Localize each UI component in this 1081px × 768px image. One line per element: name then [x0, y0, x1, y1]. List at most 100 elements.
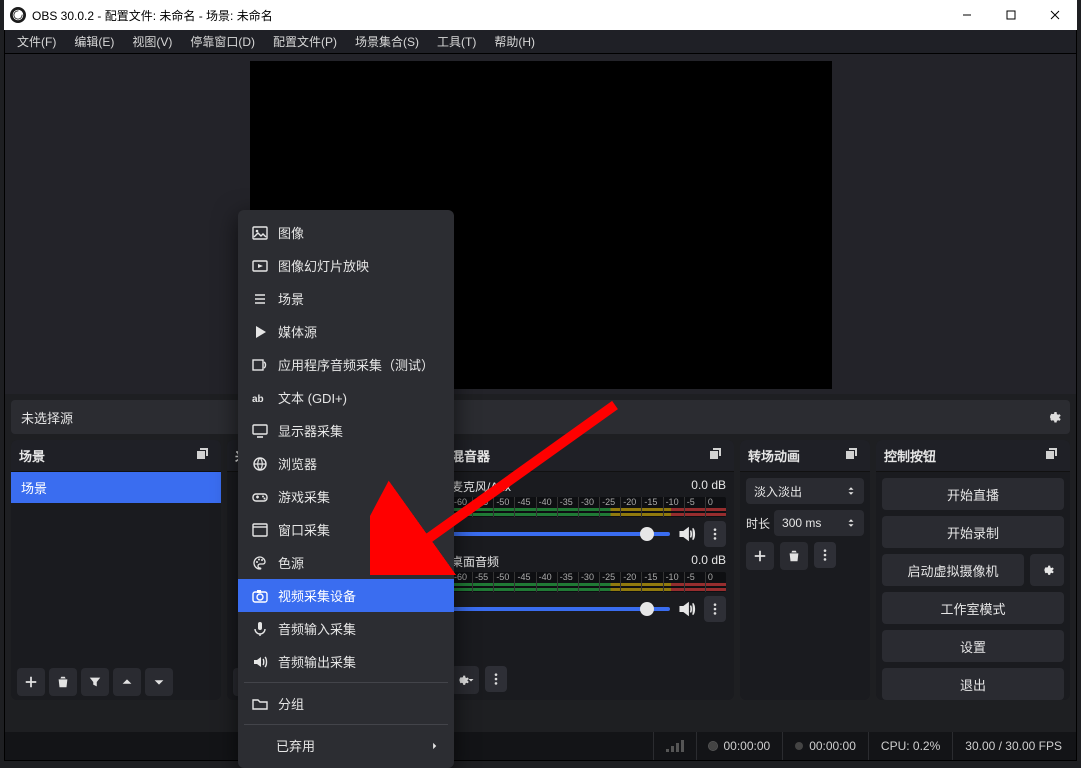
context-menu-item[interactable]: 音频输出采集 — [238, 645, 454, 678]
menu-help[interactable]: 帮助(H) — [486, 30, 543, 53]
dock-ctrl-popout[interactable] — [1044, 447, 1062, 465]
text-ab-icon — [252, 390, 268, 406]
camera-icon — [252, 588, 268, 604]
dock-scenes-popout[interactable] — [195, 447, 213, 465]
dock-mixer-popout[interactable] — [708, 447, 726, 465]
speaker-icon[interactable] — [678, 525, 696, 543]
transition-select-label: 淡入淡出 — [754, 483, 802, 500]
volume-slider[interactable] — [451, 607, 670, 611]
context-menu-label: 图像幻灯片放映 — [278, 256, 369, 275]
window-icon — [252, 522, 268, 538]
context-menu-item[interactable]: 图像幻灯片放映 — [238, 249, 454, 282]
context-menu-label: 图像 — [278, 223, 304, 242]
dock-trans-popout[interactable] — [844, 447, 862, 465]
context-menu-label: 音频输出采集 — [278, 652, 356, 671]
folder-icon — [252, 696, 268, 712]
window-maximize-button[interactable] — [989, 0, 1033, 30]
virtual-cam-settings-button[interactable] — [1030, 554, 1064, 586]
context-menu-label: 浏览器 — [278, 454, 317, 473]
app-audio-icon — [252, 357, 268, 373]
context-menu-item[interactable]: 窗口采集 — [238, 513, 454, 546]
dock-mixer: 混音器 麦克风/Aux 0.0 dB -60-55-50-45-40-35-30… — [443, 440, 734, 700]
volume-slider[interactable] — [451, 532, 670, 536]
transition-remove-button[interactable] — [780, 542, 808, 570]
context-menu-label: 分组 — [278, 694, 304, 713]
start-streaming-button[interactable]: 开始直播 — [882, 478, 1064, 510]
context-menu-item[interactable]: 视频采集设备 — [238, 579, 454, 612]
mic-icon — [252, 621, 268, 637]
transition-duration-input[interactable]: 300 ms — [774, 510, 864, 536]
no-source-bar: 未选择源 — [11, 400, 1070, 434]
exit-button[interactable]: 退出 — [882, 668, 1064, 700]
menu-view[interactable]: 视图(V) — [124, 30, 180, 53]
mixer-track-db: 0.0 dB — [691, 478, 726, 495]
transition-menu-button[interactable] — [814, 542, 836, 568]
context-menu-item[interactable]: 媒体源 — [238, 315, 454, 348]
context-menu-item[interactable]: 文本 (GDI+) — [238, 381, 454, 414]
status-bar: 00:00:00 00:00:00 CPU: 0.2% 30.00 / 30.0… — [5, 732, 1076, 760]
speaker-icon[interactable] — [678, 600, 696, 618]
mixer-track-menu[interactable] — [704, 596, 726, 622]
window-title: OBS 30.0.2 - 配置文件: 未命名 - 场景: 未命名 — [32, 7, 273, 24]
context-menu-item[interactable]: 应用程序音频采集（测试） — [238, 348, 454, 381]
menu-scenecol[interactable]: 场景集合(S) — [347, 30, 427, 53]
context-menu-item[interactable]: 游戏采集 — [238, 480, 454, 513]
context-menu-item[interactable]: 显示器采集 — [238, 414, 454, 447]
window-close-button[interactable] — [1033, 0, 1077, 30]
globe-icon — [252, 456, 268, 472]
source-properties-button[interactable] — [1042, 406, 1064, 428]
window-minimize-button[interactable] — [945, 0, 989, 30]
status-live: 00:00:00 — [696, 732, 782, 760]
chevron-updown-icon — [846, 486, 856, 496]
settings-button[interactable]: 设置 — [882, 630, 1064, 662]
menu-tools[interactable]: 工具(T) — [429, 30, 484, 53]
context-menu-item[interactable]: 音频输入采集 — [238, 612, 454, 645]
gamepad-icon — [252, 489, 268, 505]
transition-select[interactable]: 淡入淡出 — [746, 478, 864, 504]
context-menu-item[interactable]: 色源 — [238, 546, 454, 579]
dock-controls: 控制按钮 开始直播 开始录制 启动虚拟摄像机 工作室模式 设置 退出 — [876, 440, 1070, 700]
mixer-track-name: 桌面音频 — [451, 553, 499, 570]
context-menu-label: 游戏采集 — [278, 487, 330, 506]
play-icon — [252, 324, 268, 340]
context-menu-item[interactable]: 场景 — [238, 282, 454, 315]
context-menu-item[interactable]: 分组 — [238, 687, 454, 720]
menu-bar: 文件(F) 编辑(E) 视图(V) 停靠窗口(D) 配置文件(P) 场景集合(S… — [5, 30, 1076, 54]
context-menu-item[interactable]: 已弃用 — [238, 729, 454, 762]
scene-add-button[interactable] — [17, 668, 45, 696]
dock-trans-title: 转场动画 — [748, 446, 800, 465]
context-menu-label: 文本 (GDI+) — [278, 388, 347, 407]
scene-movedown-button[interactable] — [145, 668, 173, 696]
start-recording-button[interactable]: 开始录制 — [882, 516, 1064, 548]
scene-moveup-button[interactable] — [113, 668, 141, 696]
context-menu-label: 视频采集设备 — [278, 586, 356, 605]
studio-mode-button[interactable]: 工作室模式 — [882, 592, 1064, 624]
menu-docks[interactable]: 停靠窗口(D) — [182, 30, 263, 53]
preview-area — [5, 54, 1076, 394]
scene-remove-button[interactable] — [49, 668, 77, 696]
dock-mixer-title: 混音器 — [451, 446, 490, 465]
mixer-settings-button[interactable] — [451, 666, 479, 694]
slideshow-icon — [252, 258, 268, 274]
scene-item[interactable]: 场景 — [11, 472, 221, 503]
context-menu-label: 窗口采集 — [278, 520, 330, 539]
speaker-out-icon — [252, 654, 268, 670]
context-menu-item[interactable]: 图像 — [238, 216, 454, 249]
menu-file[interactable]: 文件(F) — [9, 30, 64, 53]
display-icon — [252, 423, 268, 439]
scene-filter-button[interactable] — [81, 668, 109, 696]
mixer-menu-button[interactable] — [485, 666, 507, 692]
menu-edit[interactable]: 编辑(E) — [66, 30, 122, 53]
transition-duration-value: 300 ms — [782, 516, 821, 530]
chevron-right-icon — [430, 741, 440, 751]
context-menu-label: 音频输入采集 — [278, 619, 356, 638]
mixer-track-menu[interactable] — [704, 521, 726, 547]
obs-logo-icon — [10, 7, 26, 23]
image-icon — [252, 225, 268, 241]
menu-profile[interactable]: 配置文件(P) — [265, 30, 345, 53]
status-fps: 30.00 / 30.00 FPS — [952, 732, 1074, 760]
mixer-meter: -60-55-50-45-40-35-30-25-20-15-10-50 — [451, 497, 726, 517]
start-virtual-cam-button[interactable]: 启动虚拟摄像机 — [882, 554, 1024, 586]
transition-add-button[interactable] — [746, 542, 774, 570]
context-menu-item[interactable]: 浏览器 — [238, 447, 454, 480]
